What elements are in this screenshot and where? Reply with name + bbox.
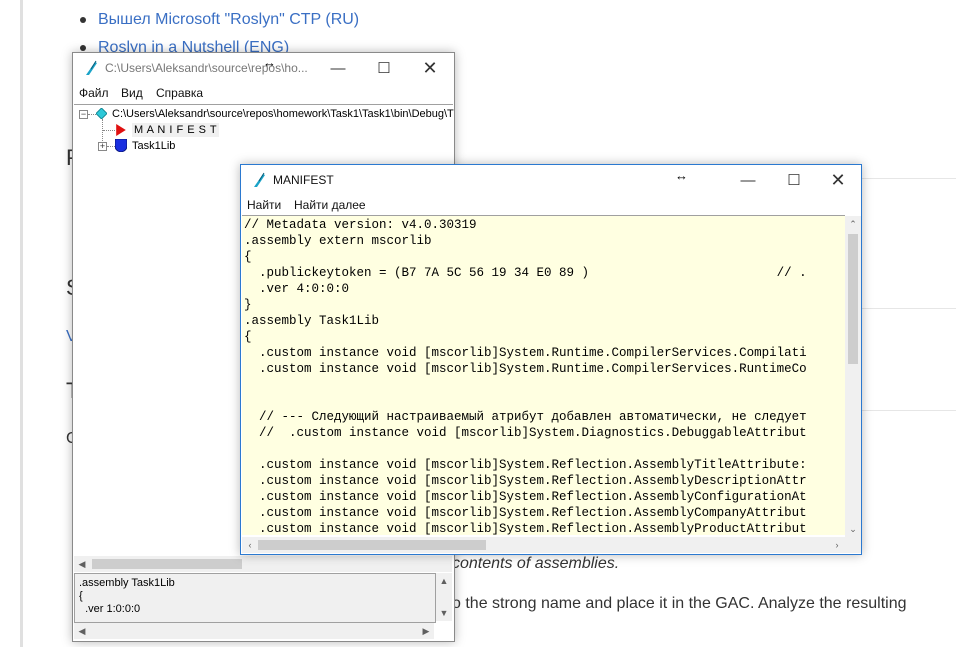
- code-line: .custom instance void [mscorlib]System.R…: [244, 506, 807, 520]
- tree-connector: [88, 114, 96, 115]
- info-vertical-scrollbar[interactable]: ▲ ▼: [436, 573, 452, 621]
- manifest-code-view[interactable]: // Metadata version: v4.0.30319 .assembly…: [242, 215, 845, 535]
- main-titlebar[interactable]: C:\Users\Aleksandr\source\repos\ho... — …: [73, 53, 454, 83]
- page-left-rule: [20, 0, 23, 647]
- expand-namespace-icon[interactable]: +: [98, 142, 107, 151]
- code-line: .assembly extern mscorlib: [244, 234, 432, 248]
- maximize-icon: ☐: [787, 172, 801, 189]
- code-line: }: [244, 298, 252, 312]
- minimize-button[interactable]: —: [725, 165, 771, 195]
- code-line: // Metadata version: v4.0.30319: [244, 218, 477, 232]
- minimize-icon: —: [330, 59, 346, 77]
- scroll-right-icon[interactable]: ›: [829, 537, 845, 553]
- tree-item-task1lib[interactable]: Task1Lib: [132, 139, 175, 153]
- info-line: .ver 1:0:0:0: [79, 603, 141, 615]
- maximize-icon: ☐: [377, 60, 391, 77]
- code-line: {: [244, 330, 252, 344]
- namespace-shield-icon: [115, 139, 127, 152]
- list-bullet: [80, 17, 86, 23]
- menu-view[interactable]: Вид: [121, 86, 143, 100]
- code-line: .custom instance void [mscorlib]System.R…: [244, 346, 807, 360]
- tree-connector: [107, 146, 115, 147]
- scroll-up-icon[interactable]: ⌃: [845, 216, 861, 232]
- page-italic-text: contents of assemblies.: [452, 555, 620, 572]
- manifest-title: MANIFEST: [273, 173, 334, 187]
- maximize-button[interactable]: ☐: [361, 53, 407, 83]
- scroll-right-icon[interactable]: ▶: [418, 623, 434, 639]
- maximize-button[interactable]: ☐: [771, 165, 817, 195]
- code-line: .ver 4:0:0:0: [244, 282, 350, 296]
- ildasm-icon: [86, 60, 97, 75]
- close-button[interactable]: ✕: [407, 53, 453, 83]
- manifest-menubar: Найти Найти далее: [241, 195, 861, 215]
- page-link-roslyn-ctp[interactable]: Вышел Microsoft "Roslyn" CTP (RU): [98, 11, 359, 29]
- list-bullet: [80, 45, 86, 51]
- manifest-arrow-icon: [116, 124, 126, 136]
- collapse-root-icon[interactable]: −: [79, 110, 88, 119]
- resize-cursor-icon: ↔: [263, 55, 276, 70]
- page-separator: [860, 308, 956, 309]
- scroll-down-icon[interactable]: ⌄: [845, 521, 861, 537]
- scroll-thumb[interactable]: [92, 559, 242, 569]
- code-line: .publickeytoken = (B7 7A 5C 56 19 34 E0 …: [244, 266, 807, 280]
- scroll-left-icon[interactable]: ‹: [242, 537, 258, 553]
- page-body-text: o the strong name and place it in the GA…: [452, 595, 907, 612]
- assembly-diamond-icon: [96, 108, 107, 119]
- scroll-down-icon[interactable]: ▼: [436, 605, 452, 621]
- tree-connector: [103, 130, 115, 131]
- minimize-button[interactable]: —: [315, 53, 361, 83]
- code-line: .custom instance void [mscorlib]System.R…: [244, 362, 807, 376]
- minimize-icon: —: [740, 171, 756, 189]
- code-line: // --- Следующий настраиваемый атрибут д…: [244, 410, 807, 424]
- tree-item-manifest[interactable]: M A N I F E S T: [132, 123, 220, 137]
- menu-find-next[interactable]: Найти далее: [294, 198, 366, 212]
- code-line: {: [244, 250, 252, 264]
- info-pane: .assembly Task1Lib { .ver 1:0:0:0: [74, 573, 436, 623]
- code-horizontal-scrollbar[interactable]: ‹ ›: [242, 537, 861, 553]
- page-separator: [860, 410, 956, 411]
- menu-find[interactable]: Найти: [247, 198, 281, 212]
- menu-help[interactable]: Справка: [156, 86, 203, 100]
- manifest-window[interactable]: MANIFEST ↔ — ☐ ✕ Найти Найти далее // Me…: [240, 164, 862, 555]
- close-button[interactable]: ✕: [815, 165, 861, 195]
- info-line: .assembly Task1Lib: [79, 577, 175, 589]
- main-horizontal-scrollbar[interactable]: ◀: [74, 556, 452, 572]
- close-icon: ✕: [422, 57, 438, 78]
- main-menubar: Файл Вид Справка: [73, 83, 454, 103]
- scroll-left-icon[interactable]: ◀: [74, 623, 90, 639]
- code-line: // .custom instance void [mscorlib]Syste…: [244, 426, 807, 440]
- code-line: .custom instance void [mscorlib]System.R…: [244, 522, 807, 535]
- main-title: C:\Users\Aleksandr\source\repos\ho...: [105, 61, 308, 75]
- manifest-titlebar[interactable]: MANIFEST ↔ — ☐ ✕: [241, 165, 861, 195]
- scroll-up-icon[interactable]: ▲: [436, 573, 452, 589]
- code-line: .assembly Task1Lib: [244, 314, 380, 328]
- ildasm-icon: [254, 172, 265, 187]
- scroll-thumb[interactable]: [848, 234, 858, 364]
- info-line: {: [79, 590, 83, 602]
- scroll-left-icon[interactable]: ◀: [74, 556, 90, 572]
- code-line: .custom instance void [mscorlib]System.R…: [244, 458, 807, 472]
- menu-file[interactable]: Файл: [79, 86, 109, 100]
- code-vertical-scrollbar[interactable]: ⌃ ⌄: [845, 216, 861, 537]
- info-horizontal-scrollbar[interactable]: ◀ ▶: [74, 623, 434, 639]
- code-line: .custom instance void [mscorlib]System.R…: [244, 474, 807, 488]
- resize-cursor-icon: ↔: [675, 168, 688, 183]
- tree-root-path[interactable]: C:\Users\Aleksandr\source\repos\homework…: [112, 107, 454, 121]
- code-line: .custom instance void [mscorlib]System.R…: [244, 490, 807, 504]
- page-separator: [860, 178, 956, 179]
- scroll-thumb[interactable]: [258, 540, 486, 550]
- close-icon: ✕: [830, 169, 846, 190]
